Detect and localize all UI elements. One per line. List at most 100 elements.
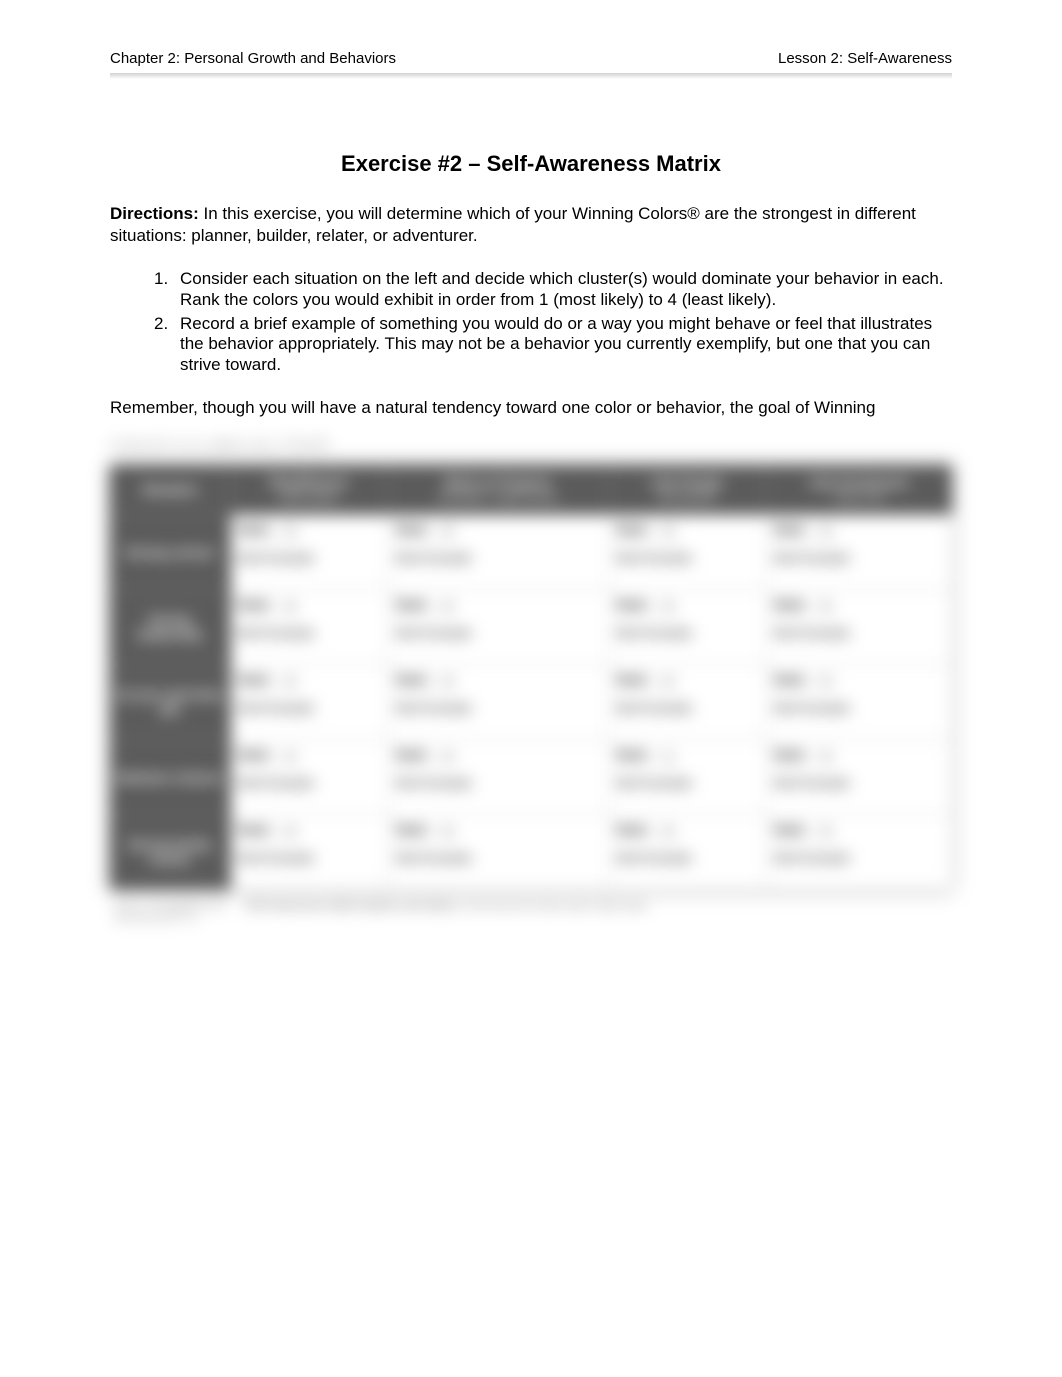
rank-value[interactable]: 4	[280, 823, 300, 837]
matrix-cell[interactable]: Rank: 3 Brief Example:	[608, 515, 766, 590]
rank-line: Rank: 3	[774, 523, 943, 537]
rank-label: Rank:	[239, 523, 272, 537]
rank-label: Rank:	[617, 523, 650, 537]
table-row: During family events Rank: 4 Brief Example:…	[110, 815, 952, 890]
matrix-cell[interactable]: Rank: 4 Brief Example:	[608, 665, 766, 740]
instructions-list: 1. Consider each situation on the left a…	[154, 269, 952, 375]
header-left: Chapter 2: Personal Growth and Behaviors	[110, 50, 396, 67]
rank-value[interactable]: 3	[280, 523, 300, 537]
brief-example-label: Brief Example:	[239, 626, 380, 640]
col-planner: Plan/Plannerprefer green	[230, 465, 388, 515]
rank-line: Rank: 2	[239, 673, 380, 687]
rank-value[interactable]: 4	[816, 598, 836, 612]
rank-label: Rank:	[396, 673, 429, 687]
matrix-cell[interactable]: Rank:4Brief Example:	[608, 590, 766, 665]
rank-label: Rank:	[239, 823, 272, 837]
rank-value[interactable]: 1	[658, 748, 678, 762]
rank-line: Rank: 4	[239, 598, 380, 612]
rank-label: Rank:	[617, 823, 650, 837]
matrix-cell[interactable]: Rank:3Brief Example:	[766, 515, 952, 590]
matrix-cell[interactable]: Rank:4Brief Example:	[388, 590, 608, 665]
rank-value[interactable]: 4	[816, 748, 836, 762]
rank-value[interactable]: 2	[280, 673, 300, 687]
brief-example-label: Brief Example:	[396, 701, 599, 715]
matrix-cell[interactable]: Rank:1Brief Example:	[608, 740, 766, 815]
rank-value[interactable]: 4	[437, 673, 457, 687]
footer-mid: Self-Awareness Matrix [Name and Date] I …	[245, 900, 948, 924]
footer-left: Unit 3: Foundations for Success (LET 1)	[114, 900, 225, 924]
matrix-cell[interactable]: Rank:3Brief Example:	[388, 515, 608, 590]
matrix-cell[interactable]: Rank:3Brief Example:	[230, 515, 388, 590]
row-label: During school	[110, 515, 230, 590]
rank-label: Rank:	[396, 823, 429, 837]
matrix-cell[interactable]: Rank: 2 Brief Example:	[230, 665, 388, 740]
brief-example-label: Brief Example:	[617, 551, 758, 565]
rank-label: Rank:	[774, 523, 807, 537]
brief-example-label: Brief Example:	[774, 626, 943, 640]
brief-example-label: Brief Example:	[617, 701, 758, 715]
list-text: Consider each situation on the left and …	[180, 269, 952, 310]
brief-example-label: Brief Example:	[617, 851, 758, 865]
col-situation: Situation	[110, 465, 230, 515]
matrix-cell[interactable]: Rank:4Brief Example:	[766, 665, 952, 740]
matrix-cell[interactable]: Rank: 4 Brief Example:	[230, 815, 388, 890]
remember-text: Remember, though you will have a natural…	[110, 397, 952, 419]
rank-value[interactable]: 4	[816, 823, 836, 837]
rank-value[interactable]: 4	[658, 673, 678, 687]
rank-value[interactable]: 4	[280, 598, 300, 612]
rank-label: Rank:	[239, 748, 272, 762]
rank-value[interactable]: 4	[658, 598, 678, 612]
rank-line: Rank:1	[617, 748, 758, 762]
matrix-cell[interactable]: Rank: 2 Brief Example:	[230, 740, 388, 815]
rank-value[interactable]: 2	[280, 748, 300, 762]
table-row: During leadership Rank: 4 Brief Example: Ran…	[110, 590, 952, 665]
matrix-cell[interactable]: Rank:4Brief Example:	[388, 740, 608, 815]
brief-example-label: Brief Example:	[617, 626, 758, 640]
rank-line: Rank: 4	[617, 673, 758, 687]
rank-label: Rank:	[239, 598, 272, 612]
row-label: During leadership	[110, 590, 230, 665]
rank-line: Rank:4	[774, 598, 943, 612]
rank-line: Rank: 4	[396, 823, 599, 837]
rank-value[interactable]: 4	[437, 598, 457, 612]
brief-example-label: Brief Example:	[239, 701, 380, 715]
rank-line: Rank: 3	[617, 523, 758, 537]
blur-continuation: Colors® is to utilize ALL FOUR.	[110, 437, 952, 455]
matrix-cell[interactable]: Rank:4Brief Example:	[766, 815, 952, 890]
list-number: 1.	[154, 269, 180, 310]
rank-value[interactable]: 3	[816, 523, 836, 537]
directions-paragraph: Directions: In this exercise, you will d…	[110, 203, 952, 247]
list-item: 1. Consider each situation on the left a…	[154, 269, 952, 310]
page-title: Exercise #2 – Self-Awareness Matrix	[110, 151, 952, 177]
rank-value[interactable]: 4	[437, 748, 457, 762]
rank-value[interactable]: 4	[816, 673, 836, 687]
page-footer: Unit 3: Foundations for Success (LET 1) …	[110, 898, 952, 926]
table-header-row: Situation Plan/Plannerprefer green Work …	[110, 465, 952, 515]
rank-value[interactable]: 3	[437, 523, 457, 537]
rank-value[interactable]: 4	[658, 823, 678, 837]
rank-label: Rank:	[239, 673, 272, 687]
matrix-cell[interactable]: Rank:4Brief Example:	[388, 815, 608, 890]
matrix-cell[interactable]: Rank:4 Brief Example:	[766, 590, 952, 665]
col-adventurer: Like Excitementmost of all	[766, 465, 952, 515]
row-label: Between classes	[110, 740, 230, 815]
rank-line: Rank:3	[396, 523, 599, 537]
list-number: 2.	[154, 314, 180, 375]
brief-example-label: Brief Example:	[774, 776, 943, 790]
directions-label: Directions:	[110, 204, 199, 223]
rank-label: Rank:	[396, 598, 429, 612]
matrix-cell[interactable]: Rank:4 Brief Example:	[766, 740, 952, 815]
rank-value[interactable]: 4	[437, 823, 457, 837]
rank-value[interactable]: 3	[658, 523, 678, 537]
table-row: Between classesRank:2Brief Example:Rank:…	[110, 740, 952, 815]
matrix-cell[interactable]: Rank: 4 Brief Example:	[388, 665, 608, 740]
rank-line: Rank:4	[774, 748, 943, 762]
rank-line: Rank: 4	[396, 673, 599, 687]
brief-example-label: Brief Example:	[239, 851, 380, 865]
rank-label: Rank:	[617, 673, 650, 687]
matrix-cell[interactable]: Rank: 4 Brief Example:	[608, 815, 766, 890]
brief-example-label: Brief Example:	[239, 776, 380, 790]
rank-line: Rank: 3	[239, 523, 380, 537]
matrix-cell[interactable]: Rank: 4 Brief Example:	[230, 590, 388, 665]
row-label: During family events	[110, 815, 230, 890]
